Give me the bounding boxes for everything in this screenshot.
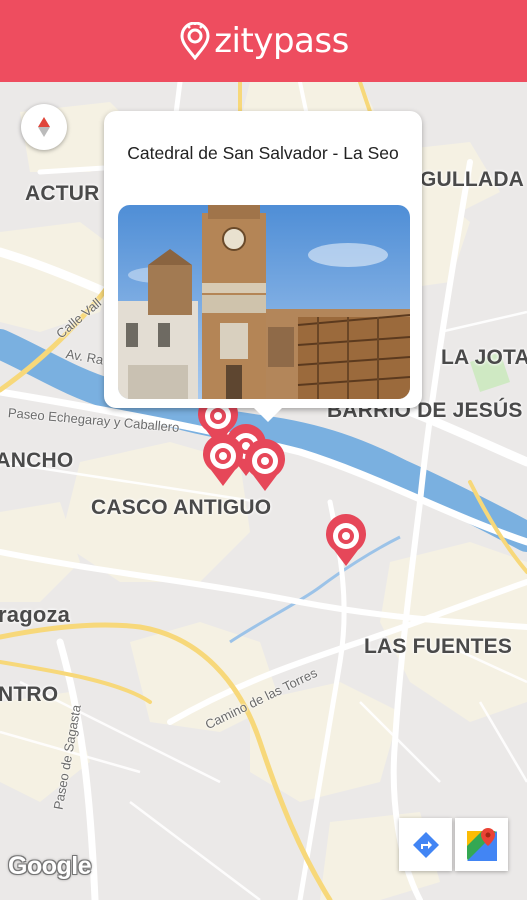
map-pin-icon[interactable] <box>199 432 247 488</box>
app-header: zitypass <box>0 0 527 82</box>
district-centro: NTRO <box>0 683 59 706</box>
city-zaragoza: ragoza <box>0 602 71 627</box>
google-maps-icon <box>466 827 497 861</box>
cathedral-illustration <box>118 205 410 399</box>
directions-button[interactable] <box>399 818 452 871</box>
district-las-fuentes: LAS FUENTES <box>364 635 513 658</box>
google-attribution: Google <box>8 852 92 880</box>
district-casco-antiguo: CASCO ANTIGUO <box>91 496 272 519</box>
logo-pin-icon <box>180 22 210 60</box>
popup-title: Catedral de San Salvador - La Seo <box>127 143 399 163</box>
district-la-jota: LA JOTA <box>441 346 527 369</box>
marker-info-popup[interactable]: Catedral de San Salvador - La Seo <box>104 111 422 422</box>
district-rancho: RANCHO <box>0 449 74 472</box>
district-gullada: GULLADA <box>420 168 525 191</box>
open-in-maps-button[interactable] <box>455 818 508 871</box>
zitypass-logo: zitypass <box>178 22 349 60</box>
map-pin-icon[interactable] <box>322 512 370 568</box>
map-pin-icon[interactable] <box>241 437 289 493</box>
logo-text: zitypass <box>214 21 349 61</box>
cathedral-photo <box>118 205 410 399</box>
compass-button[interactable] <box>21 104 67 150</box>
district-actur: ACTUR <box>25 182 100 205</box>
directions-icon <box>412 831 439 858</box>
map-view[interactable]: ACTUR GULLADA LA JOTA BARRIO DE JESÚS RA… <box>0 82 527 900</box>
compass-icon <box>38 117 50 137</box>
